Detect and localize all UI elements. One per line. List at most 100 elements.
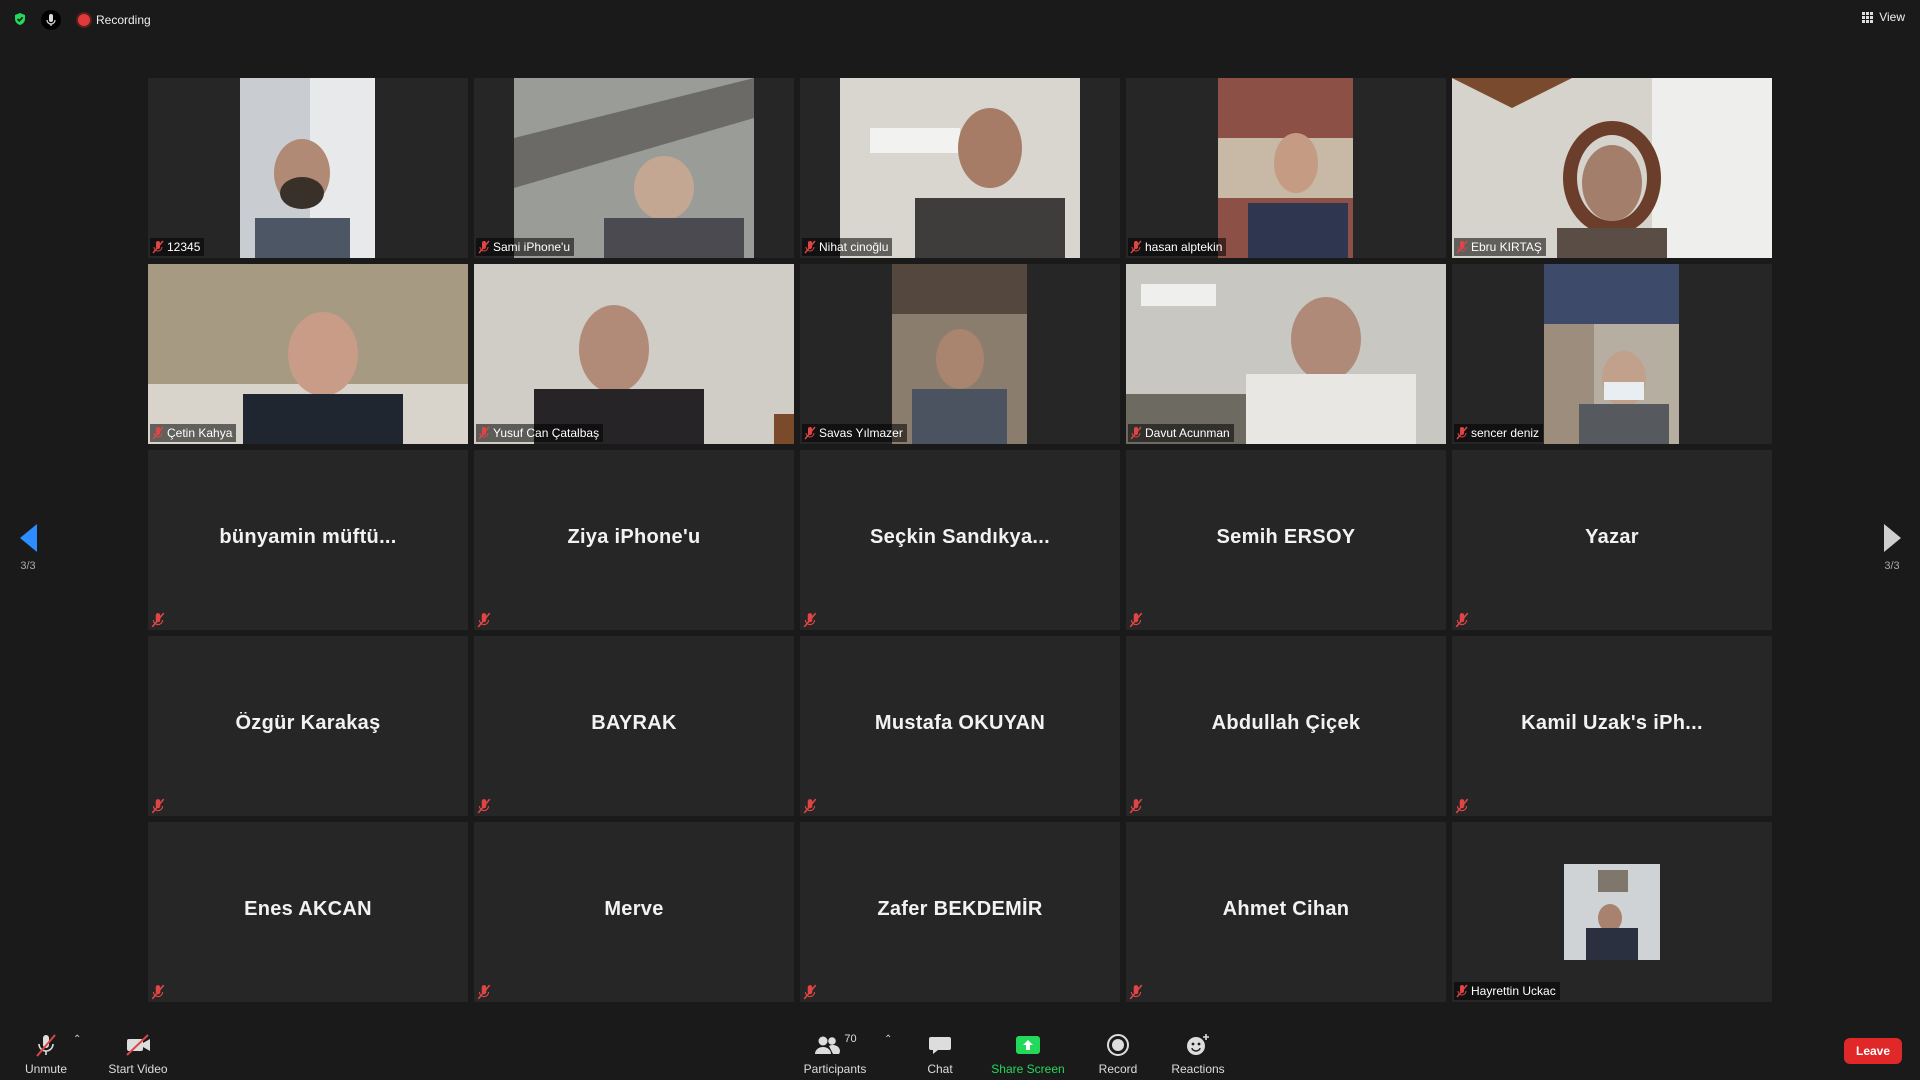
- participants-count: 70: [844, 1033, 857, 1045]
- start-video-label: Start Video: [108, 1062, 168, 1076]
- participant-name: sencer deniz: [1471, 426, 1540, 440]
- participant-tile[interactable]: Yazar: [1452, 450, 1772, 630]
- participant-video: [1452, 78, 1772, 258]
- record-button[interactable]: Record: [1096, 1026, 1140, 1076]
- share-screen-button[interactable]: Share Screen: [990, 1026, 1066, 1076]
- muted-mic-icon: [804, 426, 816, 440]
- participant-tile[interactable]: Abdullah Çiçek: [1126, 636, 1446, 816]
- participant-tile[interactable]: Özgür Karakaş: [148, 636, 468, 816]
- participant-name: BAYRAK: [591, 712, 677, 734]
- participant-profile-picture: [1564, 864, 1660, 960]
- reactions-label: Reactions: [1171, 1062, 1225, 1076]
- recording-indicator[interactable]: Recording: [78, 10, 151, 30]
- participant-tile[interactable]: Davut Acunman: [1126, 264, 1446, 444]
- participants-label: Participants: [803, 1062, 867, 1076]
- participants-icon-wrap: 70: [813, 1031, 857, 1059]
- participant-name: Kamil Uzak's iPh...: [1521, 712, 1703, 734]
- participant-video: [1544, 264, 1679, 444]
- video-off-icon: [124, 1031, 152, 1059]
- participant-tile[interactable]: BAYRAK: [474, 636, 794, 816]
- meeting-toolbar: Unmute ⌃ Start Video 70 Participants ⌃ C…: [0, 1020, 1920, 1080]
- participant-name: Sami iPhone'u: [493, 240, 571, 254]
- participant-tile[interactable]: Kamil Uzak's iPh...: [1452, 636, 1772, 816]
- muted-mic-icon: [478, 426, 490, 440]
- participant-video: [240, 78, 375, 258]
- participant-video: [1218, 78, 1353, 258]
- participants-button[interactable]: 70 Participants: [800, 1026, 870, 1076]
- participant-video: [148, 264, 468, 444]
- muted-mic-icon: [1456, 984, 1468, 998]
- participant-name-label: Sami iPhone'u: [476, 238, 575, 256]
- audio-options-caret-icon[interactable]: ⌃: [73, 1034, 81, 1045]
- participant-tile[interactable]: Zafer BEKDEMİR: [800, 822, 1120, 1002]
- participant-tile[interactable]: Ebru KIRTAŞ: [1452, 78, 1772, 258]
- muted-mic-icon: [1456, 240, 1468, 254]
- shield-icon[interactable]: [13, 12, 27, 26]
- top-bar: Recording View: [0, 0, 1920, 40]
- view-label: View: [1879, 10, 1905, 24]
- participant-tile[interactable]: 12345: [148, 78, 468, 258]
- participant-tile[interactable]: hasan alptekin: [1126, 78, 1446, 258]
- muted-mic-icon: [152, 426, 164, 440]
- next-page-button[interactable]: 3/3: [1872, 524, 1912, 584]
- participant-tile[interactable]: Hayrettin Uckac: [1452, 822, 1772, 1002]
- participant-name: Davut Acunman: [1145, 426, 1230, 440]
- participant-name: Çetin Kahya: [167, 426, 233, 440]
- participant-tile[interactable]: Çetin Kahya: [148, 264, 468, 444]
- participant-tile[interactable]: Seçkin Sandıkya...: [800, 450, 1120, 630]
- participant-name: Semih ERSOY: [1216, 526, 1356, 548]
- participant-video: [514, 78, 754, 258]
- participant-name-label: Davut Acunman: [1128, 424, 1234, 442]
- participant-name-label: hasan alptekin: [1128, 238, 1227, 256]
- page-indicator-right: 3/3: [1884, 560, 1900, 572]
- record-label: Record: [1098, 1062, 1138, 1076]
- participant-name-label: Hayrettin Uckac: [1454, 982, 1560, 1000]
- muted-mic-icon: [1130, 426, 1142, 440]
- participant-tile[interactable]: Mustafa OKUYAN: [800, 636, 1120, 816]
- participant-tile[interactable]: Nihat cinoğlu: [800, 78, 1120, 258]
- muted-mic-icon: [151, 798, 165, 814]
- participants-icon: [815, 1036, 841, 1054]
- participant-name: Ebru KIRTAŞ: [1471, 240, 1542, 254]
- reactions-button[interactable]: Reactions: [1170, 1026, 1226, 1076]
- video-gallery: 12345 Sami iPhone'u Nihat cinoğlu hasan …: [148, 78, 1772, 1002]
- participant-name-label: Çetin Kahya: [150, 424, 237, 442]
- muted-mic-icon: [151, 612, 165, 628]
- start-video-button[interactable]: Start Video: [104, 1026, 172, 1076]
- arrow-left-icon: [19, 524, 37, 552]
- chat-button[interactable]: Chat: [922, 1026, 958, 1076]
- muted-mic-icon: [1129, 798, 1143, 814]
- muted-mic-icon: [1456, 426, 1468, 440]
- unmute-button[interactable]: Unmute: [20, 1026, 72, 1076]
- participant-tile[interactable]: Ziya iPhone'u: [474, 450, 794, 630]
- participant-name: Mustafa OKUYAN: [874, 712, 1046, 734]
- previous-page-button[interactable]: 3/3: [8, 524, 48, 584]
- chat-icon: [928, 1031, 952, 1059]
- participant-name: bünyamin müftü...: [219, 526, 397, 548]
- record-icon: [1106, 1031, 1130, 1059]
- participant-name: hasan alptekin: [1145, 240, 1223, 254]
- leave-button[interactable]: Leave: [1844, 1038, 1902, 1064]
- audio-status-icon[interactable]: [41, 10, 61, 30]
- participant-tile[interactable]: Ahmet Cihan: [1126, 822, 1446, 1002]
- participant-name: Enes AKCAN: [244, 898, 372, 920]
- participant-tile[interactable]: Savas Yılmazer: [800, 264, 1120, 444]
- participant-name: Merve: [604, 898, 664, 920]
- participant-tile[interactable]: Semih ERSOY: [1126, 450, 1446, 630]
- participant-tile[interactable]: sencer deniz: [1452, 264, 1772, 444]
- muted-mic-icon: [478, 240, 490, 254]
- muted-mic-icon: [477, 798, 491, 814]
- participant-name: Özgür Karakaş: [235, 712, 381, 734]
- share-screen-icon: [1015, 1031, 1041, 1059]
- participant-name-label: Savas Yılmazer: [802, 424, 907, 442]
- participant-tile[interactable]: Merve: [474, 822, 794, 1002]
- participants-options-caret-icon[interactable]: ⌃: [884, 1034, 892, 1045]
- view-button[interactable]: View: [1862, 10, 1905, 24]
- participant-name-label: Nihat cinoğlu: [802, 238, 893, 256]
- participant-tile[interactable]: Sami iPhone'u: [474, 78, 794, 258]
- participant-tile[interactable]: bünyamin müftü...: [148, 450, 468, 630]
- participant-name: Zafer BEKDEMİR: [877, 898, 1043, 920]
- participant-tile[interactable]: Enes AKCAN: [148, 822, 468, 1002]
- muted-mic-icon: [803, 612, 817, 628]
- participant-tile[interactable]: Yusuf Can Çatalbaş: [474, 264, 794, 444]
